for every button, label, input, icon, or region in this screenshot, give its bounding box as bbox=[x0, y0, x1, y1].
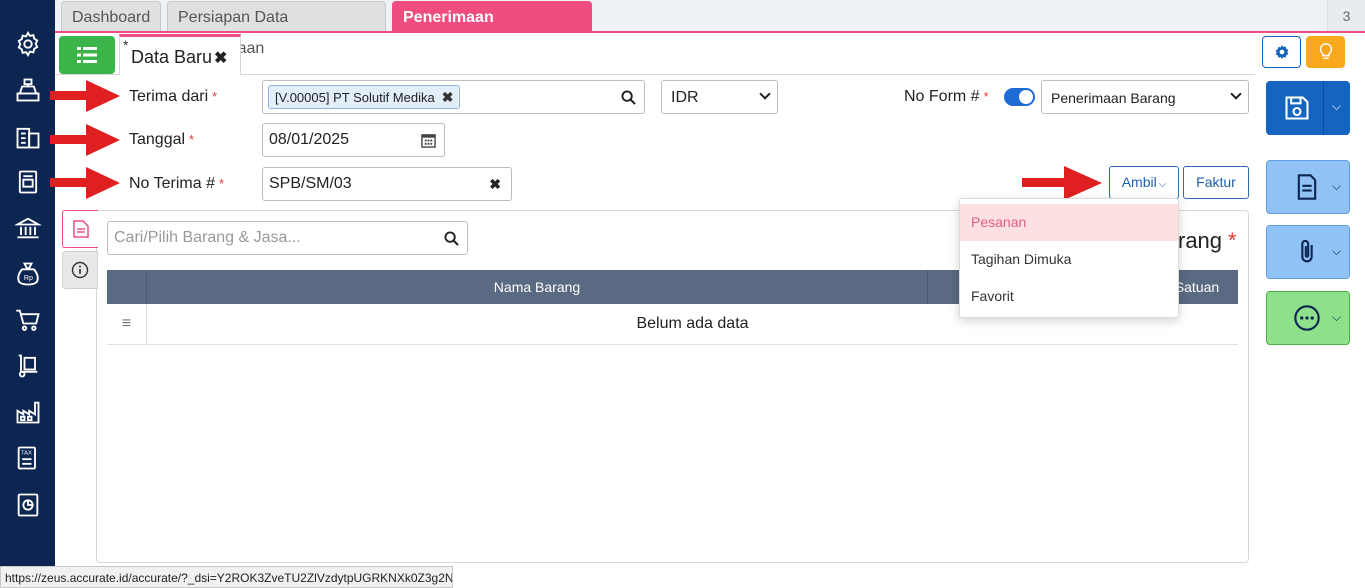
chevron-down-icon: ⌵ bbox=[1158, 179, 1167, 190]
tanggal-label: Tanggal * bbox=[129, 131, 195, 148]
more-actions-button[interactable]: ⌵ bbox=[1266, 291, 1350, 345]
info-icon bbox=[71, 261, 89, 279]
vendor-chip: [V.00005] PT Solutif Medika ✖ bbox=[268, 85, 461, 109]
tab-count[interactable]: 3 bbox=[1327, 0, 1365, 33]
red-arrow-icon bbox=[50, 124, 120, 156]
hand-truck-icon[interactable] bbox=[13, 351, 43, 381]
date-value: 08/01/2025 bbox=[269, 131, 350, 148]
save-button[interactable]: ⌵ bbox=[1266, 81, 1350, 135]
link-status-bar: https://zeus.accurate.id/accurate/?_dsi=… bbox=[0, 566, 453, 588]
currency-select[interactable]: IDR bbox=[661, 80, 778, 114]
no-form-toggle[interactable] bbox=[1004, 88, 1035, 106]
svg-text:TAX: TAX bbox=[21, 451, 32, 457]
no-form-label: No Form # * bbox=[904, 88, 989, 105]
column-nama-barang[interactable]: Nama Barang bbox=[147, 270, 927, 304]
bank-icon[interactable] bbox=[13, 213, 43, 243]
cashier-icon[interactable] bbox=[13, 75, 43, 105]
menu-item-favorit[interactable]: Favorit bbox=[960, 278, 1178, 315]
subtab-label: Data Baru bbox=[131, 47, 213, 67]
tips-button[interactable] bbox=[1306, 36, 1345, 68]
gear-icon bbox=[1275, 45, 1288, 59]
menu-item-tagihan-dimuka[interactable]: Tagihan Dimuka bbox=[960, 241, 1178, 278]
more-icon bbox=[1294, 305, 1320, 331]
vendor-field[interactable]: [V.00005] PT Solutif Medika ✖ bbox=[262, 80, 645, 114]
search-icon[interactable] bbox=[621, 90, 636, 105]
svg-text:Rp: Rp bbox=[24, 275, 33, 282]
document-menu-button[interactable]: ⌵ bbox=[1266, 160, 1350, 214]
paperclip-icon bbox=[1301, 239, 1313, 263]
close-subtab-icon[interactable]: ✖ bbox=[214, 48, 227, 68]
ambil-button[interactable]: Ambil ⌵ bbox=[1109, 166, 1179, 199]
form-type-value: Penerimaan Barang bbox=[1051, 90, 1176, 106]
close-tab-icon[interactable]: ✖ bbox=[474, 39, 488, 58]
chevron-down-icon bbox=[759, 88, 771, 100]
money-bag-icon[interactable]: Rp bbox=[13, 259, 43, 289]
tab-penerimaan-barang[interactable]: Penerimaan Barang ✖ bbox=[392, 1, 592, 58]
attachment-menu-button[interactable]: ⌵ bbox=[1266, 225, 1350, 279]
red-arrow-icon bbox=[50, 80, 120, 112]
lightbulb-icon bbox=[1319, 43, 1332, 60]
ambil-dropdown-menu: Pesanan Tagihan Dimuka Favorit bbox=[959, 198, 1179, 318]
tab-label: Dashboard bbox=[72, 9, 151, 26]
clear-icon[interactable]: ✖ bbox=[489, 176, 501, 193]
red-arrow-icon bbox=[1022, 166, 1102, 200]
sidebar: Rp TAX bbox=[0, 0, 55, 588]
date-field[interactable]: 08/01/2025 bbox=[262, 123, 445, 157]
tab-persiapan-data[interactable]: Persiapan Data Perusahaan bbox=[167, 1, 386, 57]
tab-info[interactable] bbox=[62, 251, 98, 289]
gear-icon[interactable] bbox=[13, 29, 43, 59]
list-icon bbox=[77, 47, 97, 63]
book-icon[interactable] bbox=[13, 167, 43, 197]
tab-dashboard[interactable]: Dashboard bbox=[61, 1, 161, 32]
list-view-button[interactable] bbox=[59, 36, 115, 74]
tab-detail[interactable] bbox=[62, 210, 98, 248]
chevron-down-icon bbox=[1230, 88, 1242, 100]
faktur-button[interactable]: Faktur bbox=[1183, 166, 1249, 199]
top-tab-bar: Dashboard Persiapan Data Perusahaan Pene… bbox=[55, 0, 1365, 58]
save-icon bbox=[1285, 96, 1309, 120]
red-arrow-icon bbox=[50, 167, 120, 199]
receipt-number-field[interactable]: SPB/SM/03 ✖ bbox=[262, 167, 512, 201]
calendar-icon[interactable] bbox=[421, 133, 436, 148]
receipt-number-value: SPB/SM/03 bbox=[269, 175, 352, 192]
report-icon[interactable] bbox=[13, 490, 43, 520]
chevron-down-icon: ⌵ bbox=[1332, 244, 1342, 258]
item-search[interactable] bbox=[107, 221, 468, 255]
currency-value: IDR bbox=[671, 89, 699, 106]
terima-dari-label: Terima dari * bbox=[129, 88, 218, 105]
active-tab-underline bbox=[55, 31, 1365, 33]
document-icon bbox=[72, 220, 89, 238]
document-icon bbox=[1297, 174, 1317, 200]
search-icon[interactable] bbox=[444, 231, 459, 246]
subtab-data-baru[interactable]: * Data Baru ✖ bbox=[119, 34, 241, 75]
chevron-down-icon[interactable]: ⌵ bbox=[1332, 99, 1341, 114]
chevron-down-icon: ⌵ bbox=[1332, 310, 1342, 324]
tax-icon[interactable]: TAX bbox=[13, 443, 43, 473]
settings-button[interactable] bbox=[1262, 36, 1301, 68]
panel-heading: rang * bbox=[1178, 228, 1237, 253]
item-search-input[interactable] bbox=[114, 228, 434, 248]
chevron-down-icon: ⌵ bbox=[1332, 179, 1342, 193]
remove-vendor-icon[interactable]: ✖ bbox=[442, 89, 454, 105]
no-terima-label: No Terima # * bbox=[129, 175, 225, 192]
building-icon[interactable] bbox=[13, 122, 43, 152]
drag-handle-icon[interactable]: ≡ bbox=[107, 304, 147, 344]
cart-icon[interactable] bbox=[13, 305, 43, 335]
form-type-select[interactable]: Penerimaan Barang bbox=[1041, 80, 1249, 114]
factory-icon[interactable] bbox=[13, 397, 43, 427]
menu-item-pesanan[interactable]: Pesanan bbox=[960, 204, 1178, 241]
modified-marker: * bbox=[123, 37, 129, 53]
